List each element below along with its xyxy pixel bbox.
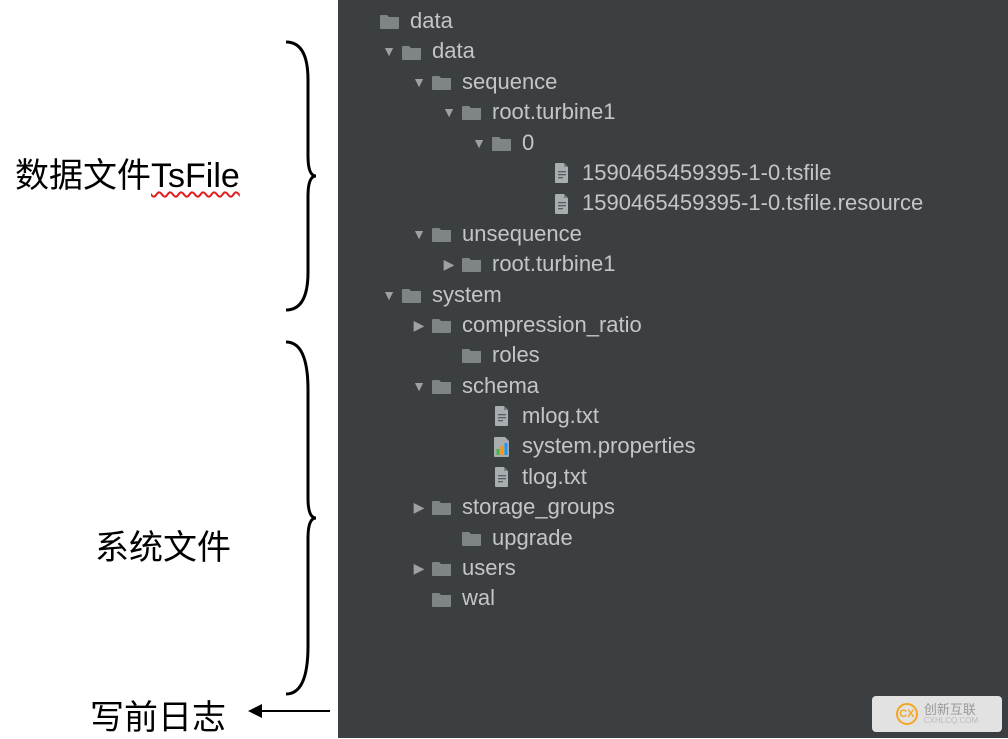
file-tree-panel: data▼data▼sequence▼root.turbine1▼0159046… (338, 0, 1008, 738)
tree-row[interactable]: ▼ root.turbine1 (338, 97, 1008, 127)
file-icon (550, 193, 574, 215)
arrow-left-icon (250, 710, 330, 712)
folder-icon (400, 284, 424, 306)
folder-icon (378, 10, 402, 32)
brace-icon (270, 40, 316, 312)
label-system-files: 系统文件 (95, 520, 231, 569)
folder-icon (430, 588, 454, 610)
tree-row[interactable]: mlog.txt (338, 401, 1008, 431)
chevron-right-icon[interactable]: ▶ (408, 310, 430, 340)
watermark-sub: CXHLCQ.COM (924, 716, 978, 725)
tree-row[interactable]: 1590465459395-1-0.tsfile (338, 158, 1008, 188)
file-icon (490, 405, 514, 427)
chevron-down-icon[interactable]: ▼ (408, 219, 430, 249)
tree-row[interactable]: 1590465459395-1-0.tsfile.resource (338, 188, 1008, 218)
label-wal-log-text: 写前日志 (90, 699, 226, 737)
chevron-right-icon[interactable]: ▶ (408, 553, 430, 583)
tree-row[interactable]: wal (338, 583, 1008, 613)
watermark: CX 创新互联 CXHLCQ.COM (872, 696, 1002, 732)
file-icon (490, 466, 514, 488)
tree-row-label: wal (462, 583, 495, 613)
tree-row[interactable]: ▶ compression_ratio (338, 310, 1008, 340)
properties-file-icon (490, 436, 514, 458)
label-data-files: 数据文件TsFile (15, 148, 240, 197)
tree-row[interactable]: ▶ users (338, 553, 1008, 583)
folder-icon (460, 101, 484, 123)
folder-icon (430, 496, 454, 518)
tree-row-label: unsequence (462, 219, 582, 249)
tree-row[interactable]: data (338, 6, 1008, 36)
tree-row[interactable]: ▼0 (338, 128, 1008, 158)
tree-row[interactable]: ▼ unsequence (338, 219, 1008, 249)
tree-row-label: data (410, 6, 453, 36)
folder-icon (430, 314, 454, 336)
tree-row-label: compression_ratio (462, 310, 642, 340)
tree-row-label: schema (462, 371, 539, 401)
tree-row[interactable]: system.properties (338, 431, 1008, 461)
tree-row[interactable]: ▶ root.turbine1 (338, 249, 1008, 279)
chevron-right-icon[interactable]: ▶ (408, 492, 430, 522)
tree-row[interactable]: upgrade (338, 523, 1008, 553)
tree-row-label: upgrade (492, 523, 573, 553)
chevron-down-icon[interactable]: ▼ (468, 128, 490, 158)
tree-row-label: sequence (462, 67, 557, 97)
chevron-down-icon[interactable]: ▼ (378, 280, 400, 310)
chevron-down-icon[interactable]: ▼ (438, 97, 460, 127)
tree-row-label: system.properties (522, 431, 696, 461)
label-wal-log: 写前日志 (90, 690, 226, 739)
label-tsfile-text: TsFile (151, 157, 240, 195)
folder-icon (430, 71, 454, 93)
folder-icon (430, 557, 454, 579)
tree-row-label: system (432, 280, 502, 310)
tree-row-label: mlog.txt (522, 401, 599, 431)
tree-row[interactable]: ▼ data (338, 36, 1008, 66)
tree-row[interactable]: ▼ schema (338, 371, 1008, 401)
tree-row-label: 1590465459395-1-0.tsfile (582, 158, 832, 188)
tree-row-label: users (462, 553, 516, 583)
watermark-logo-icon: CX (896, 703, 918, 725)
tree-row-label: root.turbine1 (492, 249, 616, 279)
label-data-files-text: 数据文件 (15, 157, 151, 195)
brace-icon (270, 340, 316, 696)
tree-row[interactable]: ▼ system (338, 280, 1008, 310)
tree-row[interactable]: ▶ storage_groups (338, 492, 1008, 522)
tree-row[interactable]: ▼ sequence (338, 67, 1008, 97)
tree-row[interactable]: roles (338, 340, 1008, 370)
tree-row-label: storage_groups (462, 492, 615, 522)
labels-column: 数据文件TsFile 系统文件 写前日志 (0, 0, 338, 738)
folder-icon (430, 375, 454, 397)
folder-icon (460, 344, 484, 366)
tree-row-label: tlog.txt (522, 462, 587, 492)
folder-icon (460, 253, 484, 275)
tree-row[interactable]: tlog.txt (338, 462, 1008, 492)
folder-icon (430, 223, 454, 245)
tree-row-label: data (432, 36, 475, 66)
file-icon (550, 162, 574, 184)
tree-row-label: roles (492, 340, 540, 370)
folder-icon (400, 41, 424, 63)
tree-row-label: root.turbine1 (492, 97, 616, 127)
chevron-down-icon[interactable]: ▼ (378, 36, 400, 66)
tree-row-label: 1590465459395-1-0.tsfile.resource (582, 188, 923, 218)
tree-row-label: 0 (522, 128, 534, 158)
watermark-main: 创新互联 (924, 703, 978, 716)
folder-icon (460, 527, 484, 549)
chevron-right-icon[interactable]: ▶ (438, 249, 460, 279)
chevron-down-icon[interactable]: ▼ (408, 67, 430, 97)
chevron-down-icon[interactable]: ▼ (408, 371, 430, 401)
folder-icon (490, 132, 514, 154)
label-system-files-text: 系统文件 (95, 529, 231, 567)
